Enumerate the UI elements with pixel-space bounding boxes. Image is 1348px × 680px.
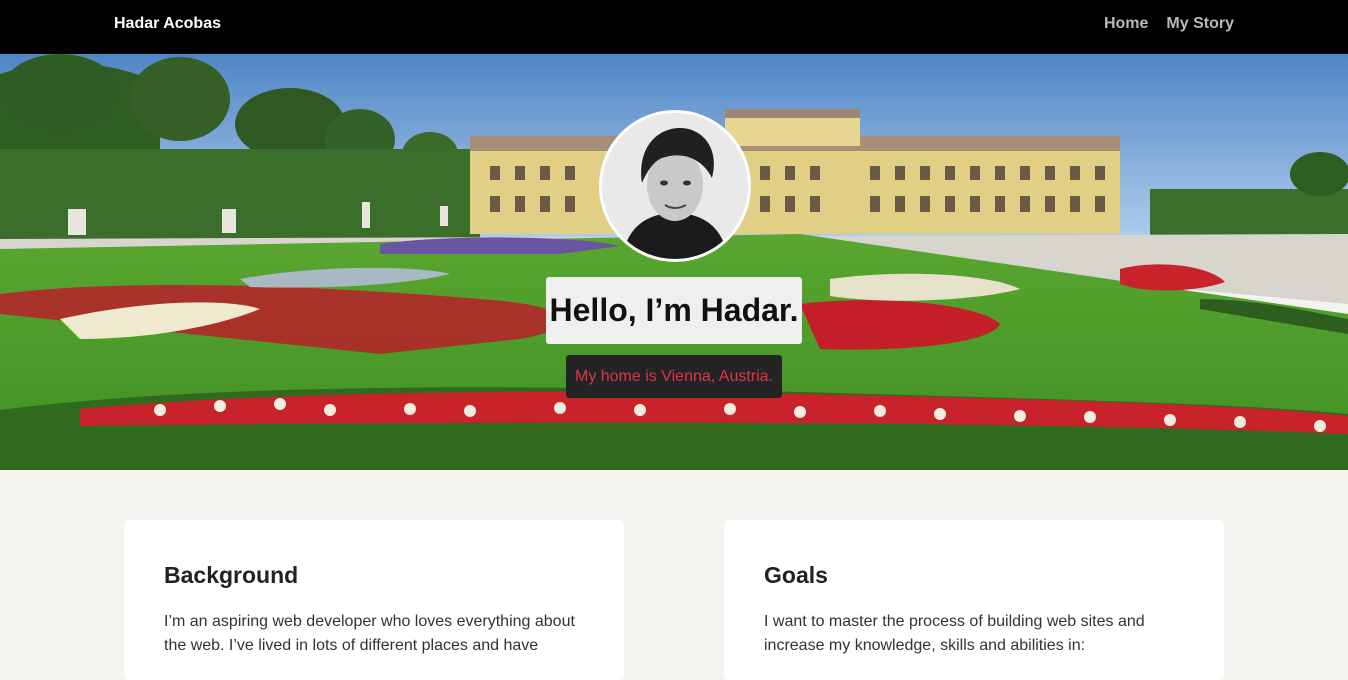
top-navbar: Hadar Acobas Home My Story — [0, 0, 1348, 54]
nav-links: Home My Story — [1104, 15, 1234, 33]
card-heading-goals: Goals — [764, 562, 828, 588]
hero-title: Hello, I’m Hadar. — [546, 277, 802, 344]
card-text-background: I’m an aspiring web developer who loves … — [164, 613, 575, 654]
hero-banner: Hello, I’m Hadar. My home is Vienna, Aus… — [0, 54, 1348, 470]
portrait-photo — [602, 113, 748, 259]
nav-link-my-story[interactable]: My Story — [1166, 15, 1234, 33]
goals-card: Goals I want to master the process of bu… — [724, 520, 1224, 680]
nav-link-home[interactable]: Home — [1104, 15, 1148, 33]
card-heading-background: Background — [164, 562, 299, 588]
brand-link[interactable]: Hadar Acobas — [114, 15, 221, 33]
profile-avatar — [599, 110, 751, 262]
background-card: Background I’m an aspiring web developer… — [124, 520, 624, 680]
hero-subtitle: My home is Vienna, Austria. — [566, 355, 782, 398]
card-text-goals: I want to master the process of building… — [764, 613, 1145, 654]
